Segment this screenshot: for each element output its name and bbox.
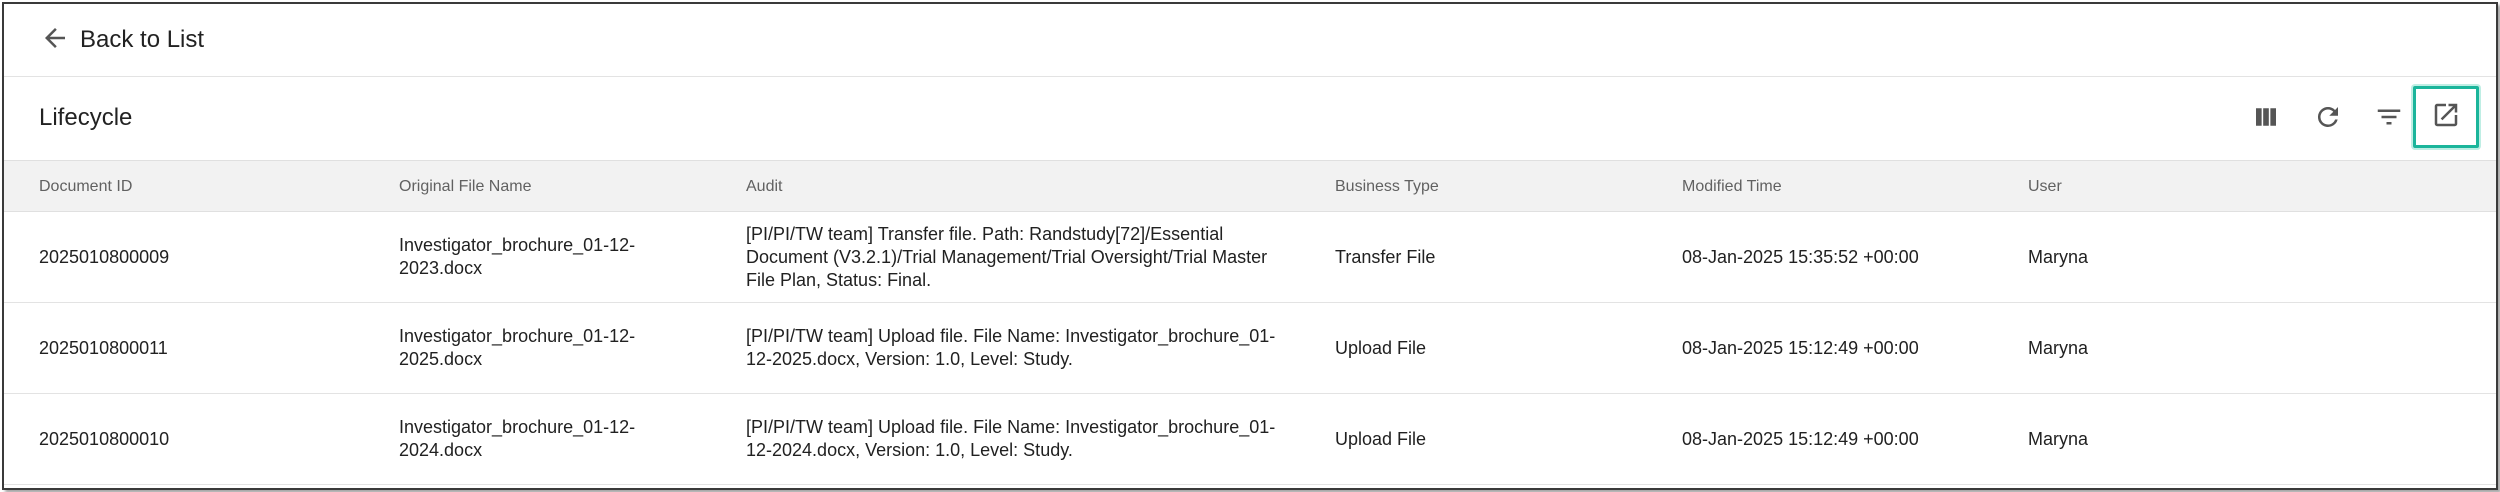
column-header-original-file-name[interactable]: Original File Name	[399, 178, 531, 196]
business-type-cell: Transfer File	[1335, 246, 1436, 267]
table-header-row: Document ID Original File Name Audit Bus…	[4, 161, 2496, 212]
modified-time-cell: 08-Jan-2025 15:12:49 +00:00	[1682, 428, 1919, 449]
document-id-cell: 2025010800009	[39, 246, 170, 267]
audit-cell: [PI/PI/TW team] Upload file. File Name: …	[746, 326, 1276, 369]
filter-icon	[2374, 102, 2404, 137]
column-header-modified-time[interactable]: Modified Time	[1682, 178, 1782, 196]
user-cell: Maryna	[2028, 337, 2089, 358]
arrow-left-icon	[40, 23, 70, 58]
column-header-user[interactable]: User	[2028, 178, 2062, 196]
column-header-audit[interactable]: Audit	[746, 178, 782, 196]
open-external-icon	[2431, 100, 2461, 135]
refresh-button[interactable]	[2305, 96, 2351, 142]
user-cell: Maryna	[2028, 246, 2089, 267]
column-header-document-id[interactable]: Document ID	[39, 178, 132, 196]
document-id-cell: 2025010800011	[39, 337, 168, 358]
column-header-business-type[interactable]: Business Type	[1335, 178, 1439, 196]
document-id-cell: 2025010800010	[39, 428, 170, 449]
back-to-list-label: Back to List	[80, 26, 205, 53]
user-cell: Maryna	[2028, 428, 2089, 449]
business-type-cell: Upload File	[1335, 428, 1427, 449]
lifecycle-table: Document ID Original File Name Audit Bus…	[4, 161, 2496, 485]
open-external-button[interactable]	[2413, 86, 2479, 148]
lifecycle-toolbar: Lifecycle	[4, 77, 2496, 161]
table-row[interactable]: 2025010800009 Investigator_brochure_01-1…	[4, 212, 2496, 303]
app-window: Back to List Lifecycle Document ID Origi…	[2, 2, 2498, 490]
audit-cell: [PI/PI/TW team] Upload file. File Name: …	[746, 417, 1276, 460]
modified-time-cell: 08-Jan-2025 15:35:52 +00:00	[1682, 246, 1919, 267]
refresh-icon	[2313, 102, 2343, 137]
file-name-cell: Investigator_brochure_01-12-2025.docx	[399, 326, 636, 369]
columns-button[interactable]	[2243, 96, 2289, 142]
business-type-cell: Upload File	[1335, 337, 1427, 358]
file-name-cell: Investigator_brochure_01-12-2023.docx	[399, 235, 636, 278]
filter-button[interactable]	[2366, 96, 2412, 142]
modified-time-cell: 08-Jan-2025 15:12:49 +00:00	[1682, 337, 1919, 358]
columns-icon	[2251, 102, 2281, 137]
back-to-list-link[interactable]: Back to List	[40, 23, 204, 58]
audit-cell: [PI/PI/TW team] Transfer file. Path: Ran…	[746, 223, 1268, 290]
page-title: Lifecycle	[39, 104, 133, 131]
table-row[interactable]: 2025010800010 Investigator_brochure_01-1…	[4, 394, 2496, 485]
back-bar: Back to List	[4, 4, 2496, 77]
table-row[interactable]: 2025010800011 Investigator_brochure_01-1…	[4, 303, 2496, 394]
file-name-cell: Investigator_brochure_01-12-2024.docx	[399, 417, 636, 460]
